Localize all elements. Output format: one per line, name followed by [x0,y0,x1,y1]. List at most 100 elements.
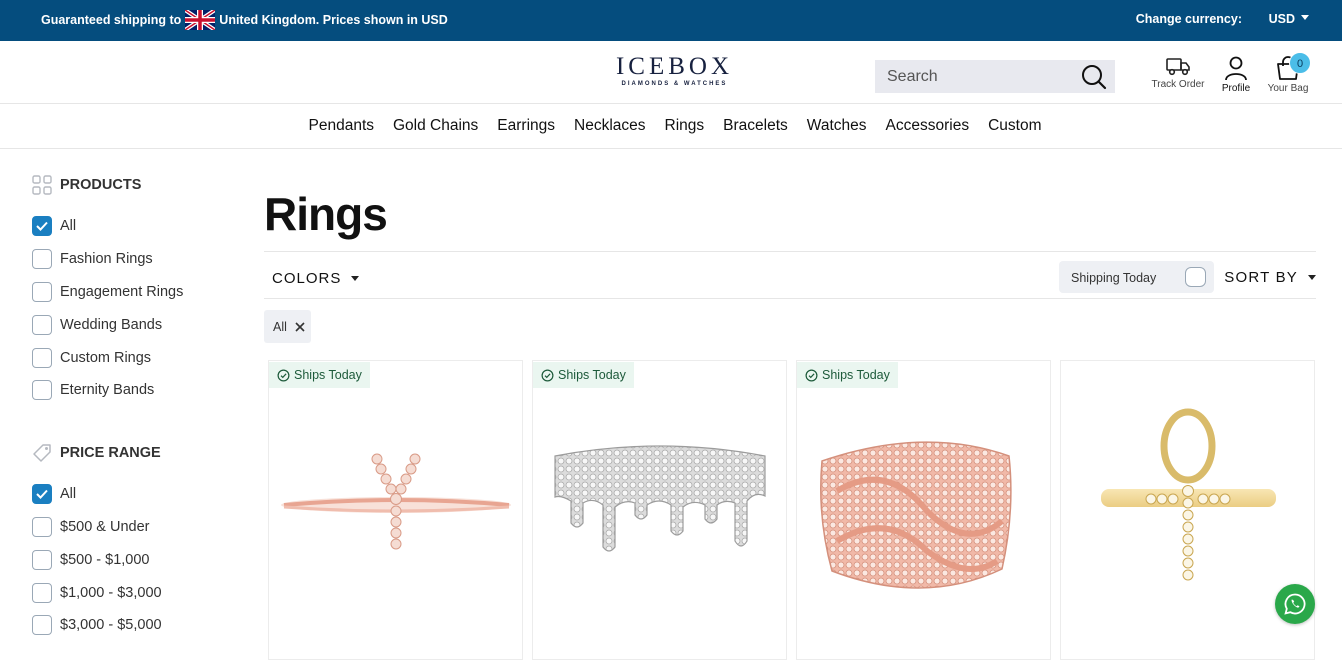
sort-by-dropdown[interactable]: SORT BY [1224,269,1316,286]
chevron-down-icon [1301,14,1309,20]
category-nav: Pendants Gold Chains Earrings Necklaces … [0,104,1342,149]
page-title: Rings [264,188,388,240]
products-filter-title: PRODUCTS [32,175,232,195]
checkbox[interactable] [32,549,52,570]
filter-product-custom-rings[interactable]: Custom Rings [32,341,232,374]
shipping-today-toggle[interactable]: Shipping Today [1059,261,1214,293]
filter-product-engagement-rings[interactable]: Engagement Rings [32,276,232,309]
filter-product-eternity-bands[interactable]: Eternity Bands [32,374,232,407]
checkbox[interactable] [32,582,52,603]
chevron-down-icon [1308,275,1316,280]
profile-button[interactable]: Profile [1218,55,1254,94]
currency-value: USD [1268,12,1295,26]
filter-product-wedding-bands[interactable]: Wedding Bands [32,308,232,341]
checkbox[interactable] [32,380,52,401]
nav-item-rings[interactable]: Rings [665,117,705,135]
price-filter-title: PRICE RANGE [32,443,232,463]
search-icon[interactable] [1080,63,1108,91]
logo-word: ICEBOX [615,53,734,80]
filter-product-fashion-rings[interactable]: Fashion Rings [32,243,232,276]
bag-label: Your Bag [1267,83,1309,94]
check-icon [36,489,48,500]
site-header: ICEBOX DIAMONDS & WATCHES Track Order Pr… [0,41,1342,104]
checkbox[interactable] [32,347,52,368]
profile-label: Profile [1221,83,1251,94]
nav-item-watches[interactable]: Watches [807,117,867,135]
product-image [1101,408,1276,581]
filter-label: All [60,486,77,503]
filter-price-500-1000[interactable]: $500 - $1,000 [32,543,232,576]
shipping-prefix: Guaranteed shipping to [41,13,182,27]
whatsapp-chat-button[interactable] [1275,584,1315,624]
price-tag-icon [33,444,51,462]
filter-price-1000-3000[interactable]: $1,000 - $3,000 [32,576,232,609]
toggle-checkbox[interactable] [1185,267,1206,287]
filter-label: $1,000 - $3,000 [60,584,162,601]
filter-label: Wedding Bands [60,316,163,333]
checkbox[interactable] [32,615,52,636]
filter-price-3000-5000[interactable]: $3,000 - $5,000 [32,609,232,642]
filter-label: $500 - $1,000 [60,551,150,568]
product-grid: Ships Today Ships Today Ships Today [268,360,1315,660]
grid-icon [32,175,52,195]
product-image [554,445,766,552]
filter-product-all[interactable]: All [32,210,232,243]
shipping-suffix: United Kingdom. Prices shown in USD [219,13,448,27]
nav-item-necklaces[interactable]: Necklaces [574,117,646,135]
filter-label: Custom Rings [60,349,152,366]
nav-item-pendants[interactable]: Pendants [309,117,375,135]
colors-dropdown[interactable]: COLORS [272,270,360,287]
filter-price-all[interactable]: All [32,478,232,511]
checkbox[interactable] [32,281,52,302]
products-title: PRODUCTS [60,177,142,193]
nav-item-bracelets[interactable]: Bracelets [723,117,788,135]
whatsapp-icon [1284,593,1306,615]
product-listing: Rings COLORS Shipping Today SORT BY All [264,149,1316,660]
filter-price-under-500[interactable]: $500 & Under [32,511,232,544]
badge-text: Ships Today [558,368,626,382]
currency-dropdown[interactable]: USD [1269,12,1309,26]
checkbox[interactable] [32,314,52,335]
filter-label: $3,000 - $5,000 [60,617,162,634]
truck-icon [1166,58,1190,76]
uk-flag-icon [185,10,216,30]
product-image [820,441,1012,589]
check-circle-icon [541,369,554,381]
checkbox[interactable] [32,216,52,237]
shipping-banner: Guaranteed shipping to United Kingdom. P… [0,0,1342,41]
product-card[interactable] [1060,360,1315,660]
badge-text: Ships Today [822,368,890,382]
checkbox[interactable] [32,249,52,270]
active-filter-label: All [273,319,287,334]
nav-item-custom[interactable]: Custom [988,117,1041,135]
active-filter-chip[interactable]: All [264,310,311,343]
filter-label: Fashion Rings [60,251,153,268]
colors-label: COLORS [272,270,342,287]
price-title: PRICE RANGE [60,444,161,461]
track-order-button[interactable]: Track Order [1150,55,1206,90]
nav-item-accessories[interactable]: Accessories [886,117,970,135]
checkbox[interactable] [32,484,52,505]
ships-today-badge: Ships Today [269,362,370,388]
bag-button[interactable]: Your Bag 0 [1265,52,1311,94]
check-icon [36,222,48,232]
logo[interactable]: ICEBOX DIAMONDS & WATCHES [612,53,737,88]
change-currency-label: Change currency: [1135,12,1242,26]
logo-tagline: DIAMONDS & WATCHES [621,81,728,87]
search-input[interactable] [875,60,1065,93]
product-card[interactable]: Ships Today [796,360,1051,660]
nav-item-earrings[interactable]: Earrings [497,117,555,135]
product-card[interactable]: Ships Today [532,360,787,660]
filter-label: All [60,218,77,235]
sort-label: SORT BY [1224,269,1298,286]
listing-toolbar: COLORS Shipping Today SORT BY [264,251,1316,299]
check-circle-icon [277,369,290,381]
user-icon [1225,56,1247,81]
product-image [281,453,511,550]
shipping-today-label: Shipping Today [1071,271,1157,285]
nav-item-gold-chains[interactable]: Gold Chains [393,117,478,135]
ships-today-badge: Ships Today [533,362,634,388]
checkbox[interactable] [32,516,52,537]
close-icon[interactable] [295,321,305,332]
product-card[interactable]: Ships Today [268,360,523,660]
